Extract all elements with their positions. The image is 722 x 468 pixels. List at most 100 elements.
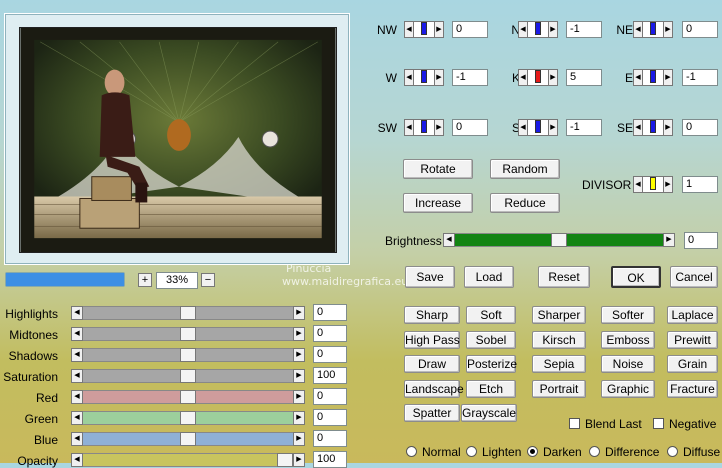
divisor-thumb[interactable] — [650, 177, 656, 190]
right-arrow-icon[interactable]: ▶ — [293, 348, 305, 362]
green-field[interactable]: 0 — [313, 409, 347, 426]
kernel-nw-field[interactable]: 0 — [452, 21, 488, 38]
left-arrow-icon[interactable]: ◀ — [633, 21, 643, 38]
blend-last-checkbox[interactable] — [569, 418, 580, 429]
highlights-slider[interactable]: ◀ ▶ — [71, 306, 305, 320]
left-arrow-icon[interactable]: ◀ — [71, 453, 83, 467]
right-arrow-icon[interactable]: ▶ — [293, 369, 305, 383]
slider-thumb[interactable] — [180, 306, 196, 320]
preset-softer-button[interactable]: Softer — [601, 306, 655, 324]
increase-button[interactable]: Increase — [403, 193, 473, 213]
kernel-sw-slider[interactable]: ◀ ▶ — [404, 119, 444, 136]
slider-thumb[interactable] — [535, 120, 541, 133]
kernel-n-slider[interactable]: ◀ ▶ — [518, 21, 558, 38]
preset-sepia-button[interactable]: Sepia — [532, 355, 586, 373]
blue-field[interactable]: 0 — [313, 430, 347, 447]
slider-thumb[interactable] — [180, 327, 196, 341]
preset-portrait-button[interactable]: Portrait — [532, 380, 586, 398]
slider-thumb[interactable] — [180, 390, 196, 404]
kernel-ne-field[interactable]: 0 — [682, 21, 718, 38]
brightness-slider[interactable]: ◀ ▶ — [443, 233, 675, 247]
kernel-e-field[interactable]: -1 — [682, 69, 718, 86]
highlights-field[interactable]: 0 — [313, 304, 347, 321]
midtones-slider[interactable]: ◀ ▶ — [71, 327, 305, 341]
right-arrow-icon[interactable]: ▶ — [548, 119, 558, 136]
left-arrow-icon[interactable]: ◀ — [71, 306, 83, 320]
slider-thumb[interactable] — [421, 22, 427, 35]
zoom-level-field[interactable]: 33% — [156, 272, 198, 289]
preset-prewitt-button[interactable]: Prewitt — [667, 331, 718, 349]
right-arrow-icon[interactable]: ▶ — [293, 432, 305, 446]
opacity-slider[interactable]: ◀ ▶ — [71, 453, 305, 467]
kernel-w-slider[interactable]: ◀ ▶ — [404, 69, 444, 86]
kernel-e-slider[interactable]: ◀ ▶ — [633, 69, 673, 86]
divisor-left-arrow-icon[interactable]: ◀ — [633, 176, 643, 193]
blend-normal-radio[interactable] — [406, 446, 417, 457]
right-arrow-icon[interactable]: ▶ — [293, 411, 305, 425]
opacity-field[interactable]: 100 — [313, 451, 347, 468]
left-arrow-icon[interactable]: ◀ — [518, 21, 528, 38]
green-slider[interactable]: ◀ ▶ — [71, 411, 305, 425]
left-arrow-icon[interactable]: ◀ — [404, 21, 414, 38]
preset-posterize-button[interactable]: Posterize — [466, 355, 517, 373]
kernel-se-slider[interactable]: ◀ ▶ — [633, 119, 673, 136]
divisor-right-arrow-icon[interactable]: ▶ — [663, 176, 673, 193]
slider-thumb[interactable] — [650, 22, 656, 35]
right-arrow-icon[interactable]: ▶ — [663, 119, 673, 136]
left-arrow-icon[interactable]: ◀ — [404, 119, 414, 136]
save-button[interactable]: Save — [405, 266, 455, 288]
kernel-ne-slider[interactable]: ◀ ▶ — [633, 21, 673, 38]
preset-landscape-button[interactable]: Landscape — [404, 380, 464, 398]
left-arrow-icon[interactable]: ◀ — [633, 119, 643, 136]
slider-thumb[interactable] — [180, 369, 196, 383]
brightness-left-arrow-icon[interactable]: ◀ — [443, 233, 455, 247]
reduce-button[interactable]: Reduce — [490, 193, 560, 213]
saturation-slider[interactable]: ◀ ▶ — [71, 369, 305, 383]
kernel-s-slider[interactable]: ◀ ▶ — [518, 119, 558, 136]
cancel-button[interactable]: Cancel — [670, 266, 718, 288]
left-arrow-icon[interactable]: ◀ — [71, 327, 83, 341]
saturation-field[interactable]: 100 — [313, 367, 347, 384]
left-arrow-icon[interactable]: ◀ — [71, 411, 83, 425]
rotate-button[interactable]: Rotate — [403, 159, 473, 179]
preset-grain-button[interactable]: Grain — [667, 355, 718, 373]
kernel-k-field[interactable]: 5 — [566, 69, 602, 86]
right-arrow-icon[interactable]: ▶ — [434, 21, 444, 38]
blue-slider[interactable]: ◀ ▶ — [71, 432, 305, 446]
kernel-w-field[interactable]: -1 — [452, 69, 488, 86]
zoom-out-button[interactable]: − — [201, 273, 215, 287]
left-arrow-icon[interactable]: ◀ — [518, 119, 528, 136]
slider-thumb[interactable] — [650, 70, 656, 83]
slider-thumb[interactable] — [180, 432, 196, 446]
blend-darken-radio[interactable] — [527, 446, 538, 457]
slider-thumb[interactable] — [650, 120, 656, 133]
preset-graphic-button[interactable]: Graphic — [601, 380, 655, 398]
brightness-field[interactable]: 0 — [684, 232, 718, 249]
kernel-n-field[interactable]: -1 — [566, 21, 602, 38]
slider-thumb[interactable] — [535, 70, 541, 83]
shadows-field[interactable]: 0 — [313, 346, 347, 363]
preset-sharp-button[interactable]: Sharp — [404, 306, 460, 324]
kernel-nw-slider[interactable]: ◀ ▶ — [404, 21, 444, 38]
slider-thumb[interactable] — [535, 22, 541, 35]
left-arrow-icon[interactable]: ◀ — [633, 69, 643, 86]
shadows-slider[interactable]: ◀ ▶ — [71, 348, 305, 362]
preset-soft-button[interactable]: Soft — [466, 306, 516, 324]
kernel-s-field[interactable]: -1 — [566, 119, 602, 136]
preset-spatter-button[interactable]: Spatter — [404, 404, 460, 422]
brightness-right-arrow-icon[interactable]: ▶ — [663, 233, 675, 247]
slider-thumb[interactable] — [180, 348, 196, 362]
preset-noise-button[interactable]: Noise — [601, 355, 655, 373]
preset-laplace-button[interactable]: Laplace — [667, 306, 718, 324]
right-arrow-icon[interactable]: ▶ — [663, 69, 673, 86]
slider-thumb[interactable] — [180, 411, 196, 425]
midtones-field[interactable]: 0 — [313, 325, 347, 342]
divisor-slider[interactable]: ◀ ▶ — [633, 176, 673, 193]
preset-draw-button[interactable]: Draw — [404, 355, 460, 373]
preset-fracture-button[interactable]: Fracture — [667, 380, 718, 398]
right-arrow-icon[interactable]: ▶ — [293, 327, 305, 341]
right-arrow-icon[interactable]: ▶ — [293, 453, 305, 467]
preset-emboss-button[interactable]: Emboss — [601, 331, 655, 349]
left-arrow-icon[interactable]: ◀ — [71, 348, 83, 362]
right-arrow-icon[interactable]: ▶ — [548, 69, 558, 86]
